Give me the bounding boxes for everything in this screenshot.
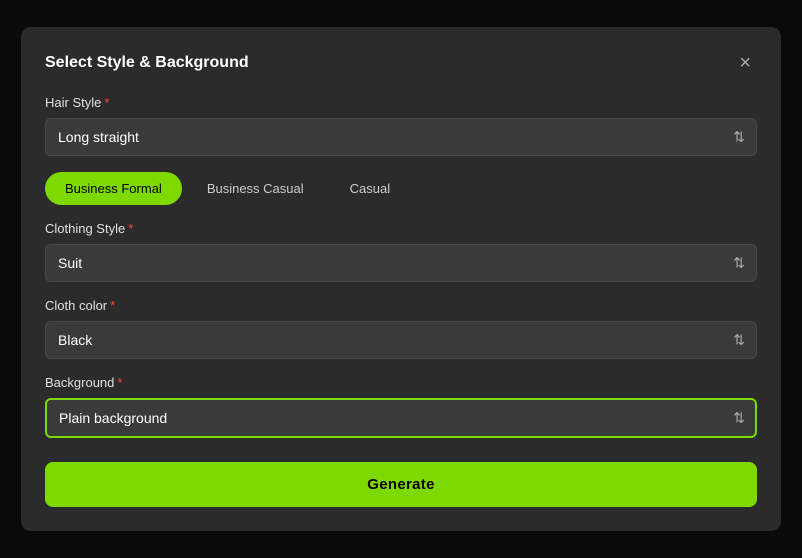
hair-style-required: * <box>104 95 109 110</box>
clothing-style-required: * <box>128 221 133 236</box>
background-group: Background * Plain background Office Stu… <box>45 375 757 438</box>
generate-button[interactable]: Generate <box>45 462 757 507</box>
clothing-style-label: Clothing Style * <box>45 221 757 236</box>
hair-style-label: Hair Style * <box>45 95 757 110</box>
tab-casual[interactable]: Casual <box>329 172 411 205</box>
modal-dialog: Select Style & Background × Hair Style *… <box>21 27 781 531</box>
background-label: Background * <box>45 375 757 390</box>
cloth-color-select-wrapper: Black White Navy Grey Blue Red ⇅ <box>45 321 757 359</box>
modal-overlay: Select Style & Background × Hair Style *… <box>0 0 802 558</box>
hair-style-select-wrapper: Long straight Short straight Curly Wavy … <box>45 118 757 156</box>
cloth-color-select[interactable]: Black White Navy Grey Blue Red <box>45 321 757 359</box>
hair-style-group: Hair Style * Long straight Short straigh… <box>45 95 757 156</box>
clothing-style-select-wrapper: Suit Dress shirt Blazer T-shirt Jacket ⇅ <box>45 244 757 282</box>
cloth-color-group: Cloth color * Black White Navy Grey Blue… <box>45 298 757 359</box>
cloth-color-label: Cloth color * <box>45 298 757 313</box>
cloth-color-required: * <box>110 298 115 313</box>
hair-style-select[interactable]: Long straight Short straight Curly Wavy … <box>45 118 757 156</box>
clothing-style-select[interactable]: Suit Dress shirt Blazer T-shirt Jacket <box>45 244 757 282</box>
background-required: * <box>117 375 122 390</box>
clothing-style-group: Clothing Style * Suit Dress shirt Blazer… <box>45 221 757 282</box>
tab-business-formal[interactable]: Business Formal <box>45 172 182 205</box>
background-select[interactable]: Plain background Office Studio Outdoor A… <box>45 398 757 438</box>
tab-business-casual[interactable]: Business Casual <box>186 172 325 205</box>
modal-header: Select Style & Background × <box>45 51 757 75</box>
background-select-wrapper: Plain background Office Studio Outdoor A… <box>45 398 757 438</box>
close-button[interactable]: × <box>733 51 757 75</box>
modal-title: Select Style & Background <box>45 54 249 72</box>
style-tabs: Business Formal Business Casual Casual <box>45 172 757 205</box>
